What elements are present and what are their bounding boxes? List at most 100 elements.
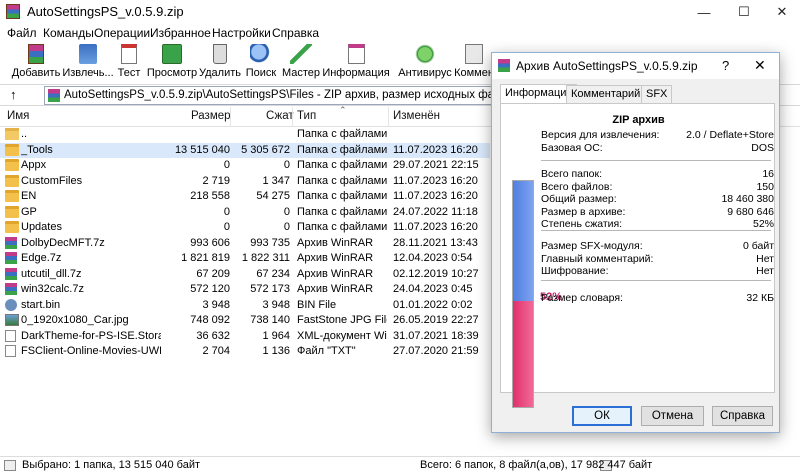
table-row[interactable]: win32calc.7z 572 120 572 173 Архив WinRAR 24… <box>0 282 490 298</box>
archive-icon <box>498 59 510 72</box>
file-packed-size: 0 <box>283 159 290 171</box>
file-size: 0 <box>223 205 230 218</box>
file-modified: 29.07.2021 22:15 <box>393 159 479 171</box>
maximize-button[interactable]: ☐ <box>728 2 760 22</box>
file-packed-size: 993 735 <box>250 236 290 249</box>
menu-settings[interactable]: Настройки <box>212 26 271 40</box>
tab-comment[interactable]: Комментарий <box>566 85 646 103</box>
wizard-icon <box>290 44 312 64</box>
table-row[interactable]: _Tools 13 515 040 5 305 672 Папка с файлами… <box>0 142 490 158</box>
info-key: Главный комментарий: <box>541 252 654 265</box>
info-panel: ZIP архив 52% Версия для извлечения: 2.0 … <box>500 103 775 408</box>
minimize-button[interactable]: — <box>688 2 720 22</box>
column-separator[interactable] <box>230 107 231 127</box>
file-name: CustomFiles <box>21 174 83 187</box>
extract-icon <box>79 44 97 64</box>
column-size[interactable]: Размер <box>191 110 231 122</box>
column-name[interactable]: Имя <box>7 110 29 122</box>
cancel-button[interactable]: Отмена <box>641 406 704 426</box>
column-type[interactable]: Тип <box>297 110 316 122</box>
help-button[interactable]: Справка <box>712 406 773 426</box>
table-row[interactable]: 0_1920x1080_Car.jpg 748 092 738 140 FastSto… <box>0 313 490 329</box>
file-size: 0 <box>223 221 230 233</box>
info-key: Всего папок: <box>541 168 603 180</box>
status-bar: Выбрано: 1 папка, 13 515 040 байт Всего:… <box>0 456 800 474</box>
column-modified[interactable]: Изменён <box>393 110 440 122</box>
file-name: EN <box>21 190 37 202</box>
file-modified: 12.04.2023 0:54 <box>393 252 473 264</box>
table-row[interactable]: .. Папка с файлами <box>0 127 490 143</box>
info-icon <box>347 44 365 64</box>
dialog-help-button[interactable]: ? <box>722 58 729 73</box>
file-size: 3 948 <box>202 298 230 311</box>
folder-icon <box>5 190 19 202</box>
info-key: Общий размер: <box>541 193 617 206</box>
bin-file-icon <box>5 298 17 311</box>
toolbar-info-button[interactable]: Информация <box>322 44 390 82</box>
toolbar-comment-button[interactable]: Коммен <box>454 44 494 82</box>
address-field[interactable]: AutoSettingsPS_v.0.5.9.zip\AutoSettingsP… <box>44 86 590 105</box>
winrar-app-icon <box>6 4 20 19</box>
file-type: Архив WinRAR <box>297 236 374 249</box>
toolbar-antivirus-button[interactable]: Антивирус <box>398 44 452 82</box>
column-packed[interactable]: Сжат <box>266 110 294 122</box>
toolbar-add-button[interactable]: Добавить <box>12 44 60 82</box>
menu-commands[interactable]: Команды <box>43 26 94 40</box>
info-key: Размер в архиве: <box>541 205 626 218</box>
table-row[interactable]: Edge.7z 1 821 819 1 822 311 Архив WinRAR 12.… <box>0 251 490 267</box>
dialog-close-button[interactable]: ✕ <box>754 57 766 74</box>
menu-file[interactable]: Файл <box>7 26 37 40</box>
divider <box>541 280 771 281</box>
info-value: 52% <box>752 218 774 231</box>
close-button[interactable]: ✕ <box>766 2 798 22</box>
info-value: 32 КБ <box>746 292 774 304</box>
archive-icon <box>5 236 17 249</box>
table-row[interactable]: start.bin 3 948 3 948 BIN File 01.01.2022 0:… <box>0 298 490 314</box>
toolbar-extract-button[interactable]: Извлечь... <box>62 44 114 82</box>
window-title: AutoSettingsPS_v.0.5.9.zip <box>27 4 184 19</box>
ok-button[interactable]: ОК <box>572 406 632 426</box>
table-row[interactable]: Appx 0 0 Папка с файлами 29.07.2021 22:15 <box>0 158 490 174</box>
toolbar-delete-button[interactable]: Удалить <box>199 44 241 82</box>
file-modified: 27.07.2020 21:59 <box>393 345 479 357</box>
image-file-icon <box>5 314 19 326</box>
info-key: Размер словаря: <box>541 292 623 304</box>
toolbar-search-button[interactable]: Поиск <box>246 44 276 82</box>
info-value: 2.0 / Deflate+Store <box>686 129 774 141</box>
file-type: Архив WinRAR <box>297 252 374 264</box>
table-row[interactable]: Updates 0 0 Папка с файлами 11.07.2023 16:20 <box>0 220 490 236</box>
file-packed-size: 67 234 <box>256 267 290 280</box>
up-arrow-icon[interactable]: ↑ <box>10 87 17 102</box>
info-key: Степень сжатия: <box>541 218 623 231</box>
table-row[interactable]: utcutil_dll.7z 67 209 67 234 Архив WinRAR 02… <box>0 267 490 283</box>
toolbar-test-button[interactable]: Тест <box>116 44 142 82</box>
table-row[interactable]: EN 218 558 54 275 Папка с файлами 11.07.2023… <box>0 189 490 205</box>
table-row[interactable]: CustomFiles 2 719 1 347 Папка с файлами 11.0… <box>0 174 490 190</box>
info-row: Общий размер: 18 460 380 <box>541 193 774 206</box>
table-row[interactable]: DolbyDecMFT.7z 993 606 993 735 Архив WinRAR… <box>0 236 490 252</box>
table-row[interactable]: FSClient-Online-Movies-UWP.txt 2 704 1 136… <box>0 344 490 360</box>
archive-info-dialog: Архив AutoSettingsPS_v.0.5.9.zip ? ✕ Инф… <box>491 52 780 433</box>
minimize-icon: — <box>697 4 711 20</box>
menu-favorites[interactable]: Избранное <box>150 26 211 40</box>
table-row[interactable]: DarkTheme-for-PS-ISE.Storable... 36 632 1 … <box>0 329 490 345</box>
tab-sfx[interactable]: SFX <box>641 85 673 103</box>
table-row[interactable]: GP 0 0 Папка с файлами 24.07.2022 11:18 <box>0 205 490 221</box>
column-separator[interactable] <box>388 107 389 127</box>
file-modified: 01.01.2022 0:02 <box>393 298 473 311</box>
info-key: Версия для извлечения: <box>541 129 660 141</box>
file-size: 67 209 <box>196 267 230 280</box>
menu-help[interactable]: Справка <box>272 26 319 40</box>
status-total: Всего: 6 папок, 8 файл(а,ов), 17 982 447… <box>420 459 653 471</box>
column-separator[interactable] <box>292 107 293 127</box>
info-value: 18 460 380 <box>721 193 774 206</box>
folder-icon <box>5 143 19 156</box>
menu-operations[interactable]: Операции <box>94 26 150 40</box>
divider <box>541 160 771 161</box>
dialog-title-bar[interactable]: Архив AutoSettingsPS_v.0.5.9.zip ? ✕ <box>492 53 779 79</box>
divider <box>541 230 771 231</box>
toolbar-view-button[interactable]: Просмотр <box>147 44 197 82</box>
toolbar-wizard-button[interactable]: Мастер <box>282 44 320 82</box>
file-modified: 26.05.2019 22:27 <box>393 314 479 326</box>
file-type: Папка с файлами <box>297 143 387 156</box>
